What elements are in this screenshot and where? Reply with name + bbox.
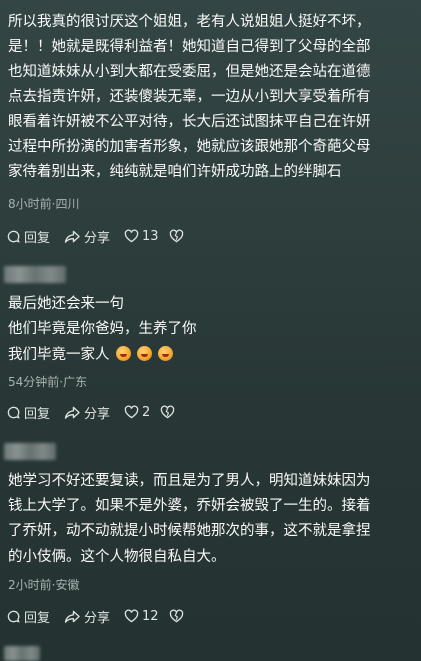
reply-button[interactable]: 回复: [6, 227, 50, 246]
heart-icon: [124, 405, 139, 419]
comment-text-line: 的小伎俩。这个人物很自私自大。: [8, 549, 226, 565]
comment-text-line: 点去指责许妍，还装傻装无辜，一边从小到大享受着所有: [8, 89, 371, 105]
crying-emoji-icon: [115, 346, 131, 361]
dislike-button[interactable]: [169, 609, 187, 623]
share-label: 分享: [84, 610, 111, 626]
crying-emoji-icon: [136, 346, 152, 361]
comment-text-line: 是！！她就是既得利益者！她知道自己得到了父母的全部: [8, 39, 371, 55]
like-button[interactable]: 12: [124, 609, 159, 624]
share-label: 分享: [84, 406, 111, 422]
share-icon: [64, 230, 80, 243]
comment-actions: 回复 分享 13: [6, 226, 201, 246]
comment-text-line: 眼看着许妍被不公平对待，长大后还试图抹平自己在许妍: [8, 114, 371, 130]
comment-text-line: 过程中所扮演的加害者形象，她就应该跟她那个奇葩父母: [8, 139, 371, 155]
share-icon: [64, 406, 80, 419]
avatar-username-blurred[interactable]: [4, 443, 56, 460]
like-count: 13: [142, 228, 159, 244]
like-count: 2: [142, 404, 151, 420]
comment-actions: 回复 分享 12: [6, 606, 201, 626]
comment-text-line: 了乔妍，动不动就提小时候帮她那次的事，这不就是拿捏: [8, 523, 371, 539]
broken-heart-icon: [169, 609, 183, 623]
comment-text-line: 他们毕竟是你爸妈，生养了你: [8, 321, 197, 337]
like-button[interactable]: 2: [124, 405, 150, 420]
comment-text-line: 所以我真的很讨厌这个姐姐，老有人说姐姐人挺好不坏，: [8, 14, 371, 30]
share-label: 分享: [84, 230, 111, 246]
broken-heart-icon: [169, 229, 183, 243]
comment-text-line: 家待着别出来，纯纯就是咱们许妍成功路上的绊脚石: [8, 164, 342, 180]
reply-icon: [7, 230, 20, 243]
dislike-button[interactable]: [169, 229, 187, 243]
like-count: 12: [142, 608, 159, 624]
comment-text: 我们毕竟一家人: [8, 347, 110, 363]
reply-button[interactable]: 回复: [6, 607, 50, 626]
comment-text-line: 她学习不好还要复读，而且是为了男人，明知道妹妹因为: [8, 473, 371, 489]
comment-text-line: 钱上大学了。如果不是外婆，乔妍会被毁了一生的。接着: [8, 498, 371, 514]
comment-text-line: 我们毕竟一家人: [8, 343, 173, 368]
reply-button[interactable]: 回复: [6, 403, 50, 422]
comment-meta: 2小时前·安徽: [8, 578, 80, 592]
share-button[interactable]: 分享: [64, 607, 110, 626]
broken-heart-icon: [161, 405, 175, 419]
heart-icon: [124, 229, 139, 243]
like-button[interactable]: 13: [124, 229, 159, 244]
reply-label: 回复: [24, 406, 51, 422]
reply-icon: [7, 610, 20, 623]
comment-actions: 回复 分享 2: [6, 402, 192, 422]
crying-emoji-icon: [157, 346, 173, 361]
heart-icon: [124, 609, 139, 623]
share-button[interactable]: 分享: [64, 227, 110, 246]
comment-meta: 8小时前·四川: [8, 197, 80, 211]
avatar-username-blurred[interactable]: [4, 646, 40, 661]
share-icon: [64, 610, 80, 623]
reply-label: 回复: [24, 610, 51, 626]
share-button[interactable]: 分享: [64, 403, 110, 422]
comment-text-line: 也知道妹妹从小到大都在受委屈，但是她还是会站在道德: [8, 64, 371, 80]
comment-meta: 54分钟前·广东: [8, 375, 88, 389]
avatar-username-blurred[interactable]: [4, 266, 66, 283]
comment-text-line: 最后她还会来一句: [8, 296, 124, 312]
reply-label: 回复: [24, 230, 51, 246]
dislike-button[interactable]: [160, 405, 178, 419]
reply-icon: [7, 406, 20, 419]
